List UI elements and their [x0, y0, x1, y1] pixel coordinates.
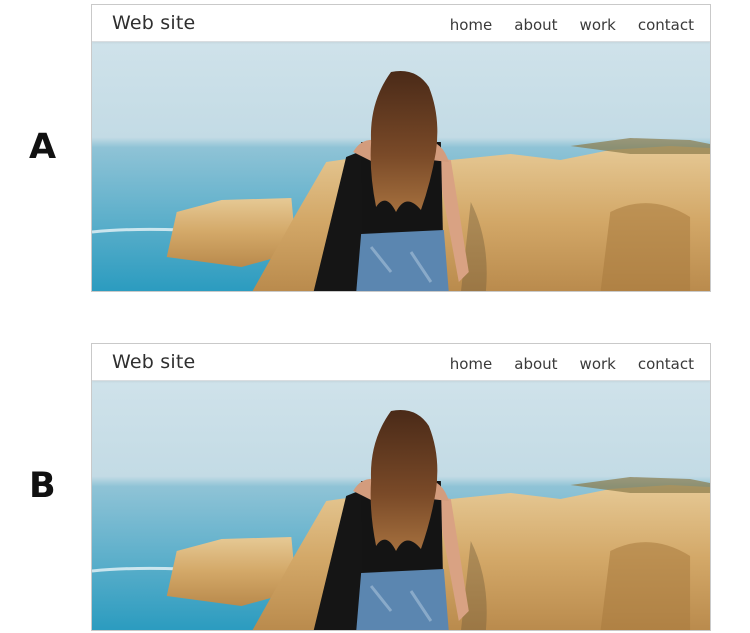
comparison-canvas: A B Web site home about work contact Web… [0, 0, 750, 633]
nav-link-about[interactable]: about [514, 16, 557, 34]
nav-link-about[interactable]: about [514, 355, 557, 373]
variant-label-a: A [29, 127, 57, 167]
site-title[interactable]: Web site [112, 351, 195, 373]
nav-link-home[interactable]: home [450, 355, 493, 373]
nav-link-work[interactable]: work [580, 355, 616, 373]
website-mockup-a: Web site home about work contact [91, 4, 711, 292]
variant-label-b: B [29, 466, 56, 506]
nav-link-contact[interactable]: contact [638, 355, 694, 373]
website-mockup-b: Web site home about work contact [91, 343, 711, 631]
hero-image [92, 42, 710, 291]
navigation-bar: Web site home about work contact [92, 5, 710, 42]
nav-link-contact[interactable]: contact [638, 16, 694, 34]
navigation-bar: Web site home about work contact [92, 344, 710, 381]
nav-link-home[interactable]: home [450, 16, 493, 34]
woman-on-cliff-photo [92, 381, 710, 630]
nav-link-work[interactable]: work [580, 16, 616, 34]
woman-on-cliff-photo [92, 42, 710, 291]
hero-image [92, 381, 710, 630]
nav-menu: home about work contact [428, 355, 694, 373]
nav-menu: home about work contact [428, 16, 694, 34]
site-title[interactable]: Web site [112, 12, 195, 34]
